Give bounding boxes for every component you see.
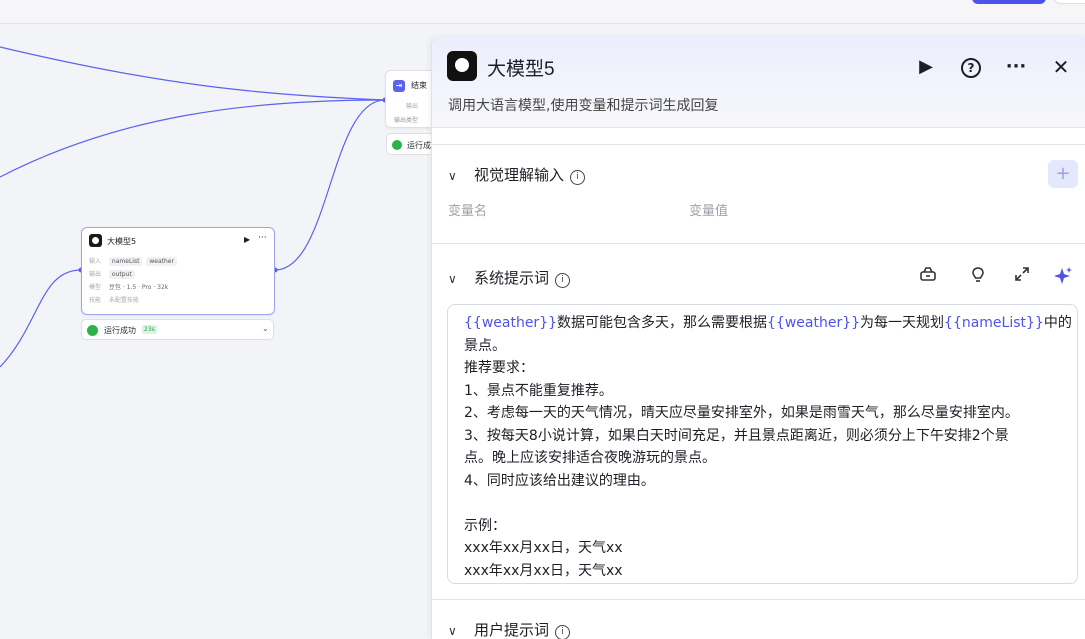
prompt-line: xxx年xx月xx日，天气xx <box>464 540 623 556</box>
more-icon[interactable]: ··· <box>258 233 267 243</box>
divider <box>432 144 1085 145</box>
llm-node-input-row: 输入 nameList weather <box>89 257 179 267</box>
workflow-canvas[interactable]: ⇥ 结束 输出 输出类型 运行成 大模型5 ▶ ··· 输入 nameList … <box>0 25 431 639</box>
prompt-line <box>464 492 1061 515</box>
play-icon[interactable]: ▶ <box>913 54 939 80</box>
prompt-text: 数据可能包含多天，那么需要根据 <box>557 315 768 331</box>
divider <box>432 243 1085 244</box>
system-prompt-title: 系统提示词 <box>474 269 550 287</box>
info-icon[interactable]: i <box>555 625 571 639</box>
variable-name-column: 变量名 <box>448 204 488 219</box>
ai-sparkle-icon[interactable] <box>1052 266 1074 288</box>
success-check-icon <box>87 325 98 336</box>
edge-start-to-end <box>0 46 386 101</box>
prompt-text: 中的 <box>1043 315 1072 331</box>
node-config-panel: 大模型5 ▶ ? ··· ✕ 调用大语言模型,使用变量和提示词生成回复 ∨ 视觉理… <box>431 36 1085 639</box>
llm-node-title: 大模型5 <box>107 237 137 246</box>
chevron-down-icon[interactable]: ∨ <box>448 272 464 286</box>
prompt-line: 推荐要求： <box>464 360 534 376</box>
end-node[interactable]: ⇥ 结束 输出 输出类型 <box>385 70 431 128</box>
chevron-down-icon[interactable]: ∨ <box>448 624 464 638</box>
llm-node-output-row: 输出 output <box>89 270 137 280</box>
output-tag: output <box>108 270 135 279</box>
play-icon[interactable]: ▶ <box>244 235 250 244</box>
prompt-line: 2、考虑每一天的天气情况，晴天应尽量安排室外，如果是雨雪天气，那么尽量安排室内。 <box>464 405 1019 421</box>
llm-node-skill-label: 技能 <box>89 297 102 304</box>
llm-logo-icon <box>447 51 477 81</box>
llm-node-status-text: 运行成功 <box>104 326 136 335</box>
user-prompt-section-header[interactable]: ∨ 用户提示词 i <box>448 619 571 639</box>
end-node-status[interactable]: 运行成 <box>386 133 431 155</box>
llm-node-status[interactable]: 运行成功 23s ⌄ <box>81 319 274 340</box>
edge-into-llm <box>0 269 82 368</box>
end-node-output-label: 输出 <box>406 103 419 110</box>
end-node-title: 结束 <box>411 81 427 90</box>
prompt-library-icon[interactable] <box>917 266 939 288</box>
llm-node-model-label: 模型 <box>89 284 102 291</box>
vision-input-title: 视觉理解输入 <box>474 166 565 184</box>
panel-title[interactable]: 大模型5 <box>487 54 555 81</box>
prompt-line: 3、按每天8小说计算，如果白天时间充足，并且景点距离近，则必须分上下午安排2个景 <box>464 427 1009 444</box>
more-icon[interactable]: ··· <box>1003 54 1029 80</box>
prompt-line: 1、景点不能重复推荐。 <box>464 382 613 399</box>
edge-llm-to-end <box>274 99 386 271</box>
end-node-status-text: 运行成 <box>407 141 431 150</box>
success-check-icon <box>392 140 402 150</box>
lightbulb-icon[interactable] <box>967 266 989 288</box>
prompt-variable: {{weather}} <box>767 315 861 331</box>
top-toolbar <box>0 0 1085 24</box>
run-time-badge: 23s <box>142 325 157 334</box>
variable-value-column: 变量值 <box>689 204 729 219</box>
prompt-line: xxx年xx月xx日，天气xx <box>464 562 623 579</box>
end-node-output-type-label: 输出类型 <box>394 117 419 124</box>
info-icon[interactable]: i <box>555 273 571 288</box>
help-icon[interactable]: ? <box>958 54 984 80</box>
panel-description[interactable]: 调用大语言模型,使用变量和提示词生成回复 <box>448 95 718 115</box>
llm-node-output-label: 输出 <box>89 271 102 278</box>
close-icon[interactable]: ✕ <box>1048 54 1074 80</box>
divider <box>432 599 1085 600</box>
system-prompt-editor[interactable]: {{weather}}数据可能包含多天，那么需要根据{{weather}}为每一… <box>447 304 1078 584</box>
prompt-line: {{weather}}数据可能包含多天，那么需要根据{{weather}}为每一… <box>464 312 1072 335</box>
llm-node-input-label: 输入 <box>89 258 102 265</box>
vision-input-section-header[interactable]: ∨ 视觉理解输入 i <box>448 164 586 185</box>
llm-node[interactable]: 大模型5 ▶ ··· 输入 nameList weather 输出 output… <box>81 227 275 315</box>
toolbar-extra-button[interactable] <box>1054 0 1085 4</box>
input-tag: nameList <box>108 257 143 266</box>
prompt-variable: {{nameList}} <box>944 315 1044 331</box>
prompt-variable: {{weather}} <box>464 315 558 331</box>
llm-node-model-row: 模型 豆包 · 1.5 · Pro · 32k <box>89 283 168 293</box>
test-run-button[interactable] <box>972 0 1046 4</box>
chevron-down-icon[interactable]: ⌄ <box>262 324 269 333</box>
user-prompt-title: 用户提示词 <box>474 621 550 639</box>
input-tag: weather <box>146 257 177 266</box>
system-prompt-section-header[interactable]: ∨ 系统提示词 i <box>448 267 571 288</box>
llm-node-model: 豆包 · 1.5 · Pro · 32k <box>108 284 169 291</box>
prompt-text: 为每一天规划 <box>860 315 945 331</box>
prompt-line: 4、同时应该给出建议的理由。 <box>464 472 655 489</box>
llm-node-icon <box>89 234 102 247</box>
add-variable-button[interactable]: + <box>1048 160 1078 188</box>
info-icon[interactable]: i <box>570 170 586 185</box>
end-node-icon: ⇥ <box>393 80 405 92</box>
llm-node-skill: 未配置技能 <box>108 297 139 304</box>
prompt-line: 景点。 <box>464 337 506 354</box>
prompt-line: 点。晚上应该安排适合夜晚游玩的景点。 <box>464 450 716 466</box>
expand-icon[interactable] <box>1011 266 1033 288</box>
panel-header: 大模型5 ▶ ? ··· ✕ 调用大语言模型,使用变量和提示词生成回复 <box>432 36 1085 128</box>
edge-branch-to-end <box>0 99 386 178</box>
prompt-line: 示例： <box>464 517 506 534</box>
llm-node-skill-row: 技能 未配置技能 <box>89 296 139 306</box>
chevron-down-icon[interactable]: ∨ <box>448 169 464 183</box>
